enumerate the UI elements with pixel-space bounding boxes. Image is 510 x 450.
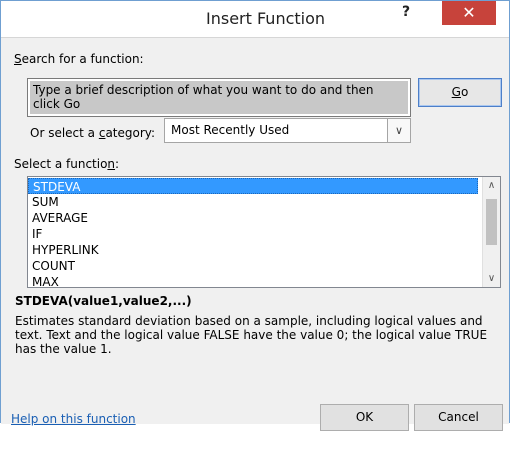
function-list[interactable]: STDEVA SUM AVERAGE IF HYPERLINK COUNT MA…: [27, 176, 501, 288]
insert-function-dialog: Insert Function ? ✕ Search for a functio…: [0, 0, 510, 431]
help-on-function-link[interactable]: Help on this function: [11, 412, 136, 426]
close-button[interactable]: ✕: [442, 1, 496, 25]
category-select[interactable]: Most Recently Used ∨: [164, 118, 411, 143]
list-item-count[interactable]: COUNT: [28, 258, 482, 274]
search-label: Search for a function:: [14, 52, 144, 66]
list-item-stdeva[interactable]: STDEVA: [28, 178, 478, 194]
function-signature: STDEVA(value1,value2,...): [15, 294, 192, 308]
chevron-down-icon[interactable]: ∨: [387, 119, 410, 142]
help-icon[interactable]: ?: [402, 4, 410, 20]
function-list-label: Select a function:: [14, 157, 120, 171]
ok-button[interactable]: OK: [320, 404, 409, 431]
title-bar: Insert Function ? ✕: [1, 1, 509, 37]
go-button[interactable]: Go: [418, 78, 502, 107]
list-item-if[interactable]: IF: [28, 226, 482, 242]
category-label: Or select a category:: [30, 126, 156, 140]
list-item-hyperlink[interactable]: HYPERLINK: [28, 242, 482, 258]
dialog-body: Search for a function: Type a brief desc…: [1, 37, 509, 431]
scroll-thumb[interactable]: [486, 199, 497, 245]
list-item-sum[interactable]: SUM: [28, 194, 482, 210]
function-description: Estimates standard deviation based on a …: [15, 314, 488, 356]
cancel-button[interactable]: Cancel: [414, 404, 503, 431]
list-item-max[interactable]: MAX: [28, 274, 482, 287]
search-input[interactable]: Type a brief description of what you wan…: [27, 78, 411, 117]
scroll-up-icon[interactable]: ∧: [483, 177, 500, 194]
close-icon: ✕: [462, 3, 476, 22]
dialog-title: Insert Function: [206, 9, 326, 28]
search-input-text: Type a brief description of what you wan…: [33, 83, 378, 111]
scroll-down-icon[interactable]: ∨: [483, 270, 500, 287]
function-list-scrollbar[interactable]: ∧ ∨: [482, 177, 500, 287]
list-item-average[interactable]: AVERAGE: [28, 210, 482, 226]
category-selected-value: Most Recently Used: [171, 123, 290, 137]
